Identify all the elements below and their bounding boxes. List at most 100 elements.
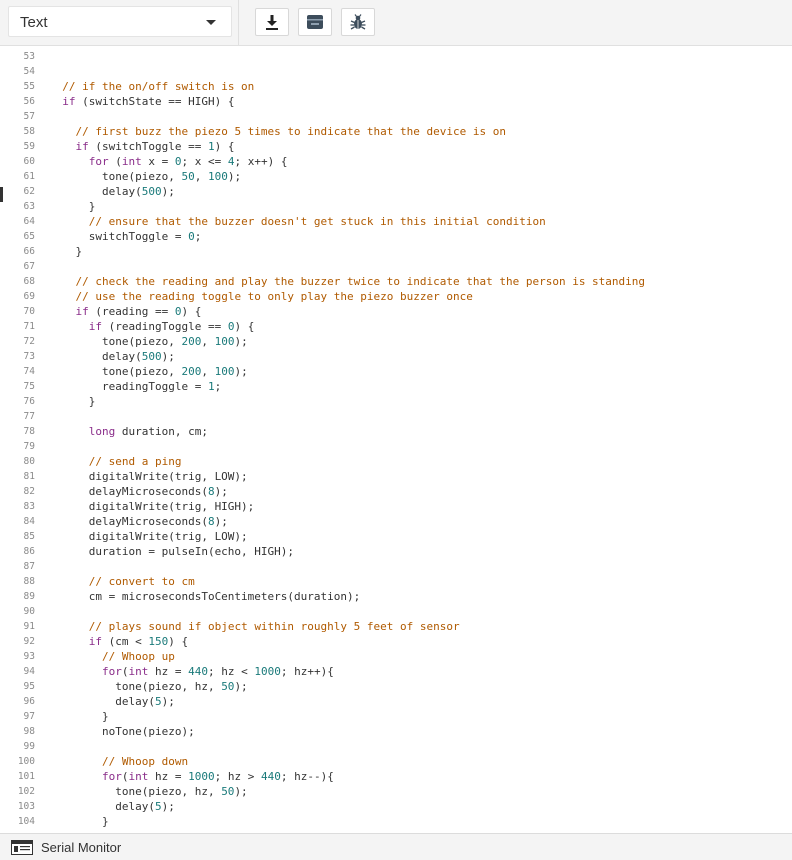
code-token: ); xyxy=(161,350,175,363)
code-line[interactable]: } xyxy=(49,199,96,214)
code-token: ; xyxy=(214,380,222,393)
code-line[interactable]: tone(piezo, hz, 50); xyxy=(49,784,247,799)
code-token: ); xyxy=(214,485,228,498)
line-number: 97 xyxy=(23,711,35,722)
line-number: 59 xyxy=(23,141,35,152)
code-line[interactable]: // Whoop up xyxy=(49,649,175,664)
code-line[interactable]: delay(500); xyxy=(49,184,175,199)
code-token: tone(piezo, xyxy=(49,335,182,348)
line-number: 81 xyxy=(23,471,35,482)
number-token: 0 xyxy=(188,230,195,243)
code-line[interactable]: digitalWrite(trig, HIGH); xyxy=(49,499,255,514)
code-line[interactable]: // Whoop down xyxy=(49,754,188,769)
code-token: } xyxy=(49,395,96,408)
code-token: hz = xyxy=(148,665,189,678)
code-mode-label: Text xyxy=(20,14,48,31)
code-token: duration = pulseIn(echo, HIGH); xyxy=(49,545,295,558)
code-line[interactable]: delay(5); xyxy=(49,694,175,709)
code-line[interactable]: long duration, cm; xyxy=(49,424,208,439)
keyword-token: if xyxy=(88,635,102,648)
code-line[interactable]: // if the on/off switch is on xyxy=(49,79,254,94)
line-number: 98 xyxy=(23,726,35,737)
code-token: delayMicroseconds( xyxy=(49,515,208,528)
code-line[interactable]: digitalWrite(trig, LOW); xyxy=(49,529,248,544)
line-number: 94 xyxy=(23,666,35,677)
code-line[interactable]: if (switchToggle == 1) { xyxy=(49,139,235,154)
code-line[interactable]: noTone(piezo); xyxy=(49,724,195,739)
number-token: 8 xyxy=(207,485,215,498)
code-line[interactable]: // check the reading and play the buzzer… xyxy=(49,274,646,289)
code-line[interactable]: } xyxy=(49,394,96,409)
code-line[interactable]: for(int hz = 440; hz < 1000; hz++){ xyxy=(49,664,334,679)
code-token: tone(piezo, xyxy=(49,365,182,378)
code-line[interactable]: delay(500); xyxy=(49,349,175,364)
code-line[interactable]: tone(piezo, 200, 100); xyxy=(49,364,248,379)
code-line[interactable]: for (int x = 0; x <= 4; x++) { xyxy=(49,154,288,169)
line-number: 104 xyxy=(17,816,35,827)
number-token: 5 xyxy=(154,800,162,813)
code-line[interactable]: delayMicroseconds(8); xyxy=(49,514,228,529)
code-line[interactable]: tone(piezo, hz, 50); xyxy=(49,679,247,694)
line-number: 95 xyxy=(23,681,35,692)
line-number: 84 xyxy=(23,516,35,527)
code-token: } xyxy=(49,245,83,258)
upload-button[interactable] xyxy=(298,8,332,36)
code-token: tone(piezo, hz, xyxy=(49,680,222,693)
line-number: 92 xyxy=(23,636,35,647)
code-line[interactable]: delayMicroseconds(8); xyxy=(49,484,228,499)
code-line[interactable]: } xyxy=(49,244,82,259)
line-number: 90 xyxy=(23,606,35,617)
download-button[interactable] xyxy=(255,8,289,36)
number-token: 1 xyxy=(207,380,215,393)
code-line[interactable]: duration = pulseIn(echo, HIGH); xyxy=(49,544,294,559)
code-line[interactable]: if (readingToggle == 0) { xyxy=(49,319,255,334)
code-area[interactable]: // if the on/off switch is on if (switch… xyxy=(49,46,792,833)
code-line[interactable]: for(int hz = 1000; hz > 440; hz--){ xyxy=(49,769,334,784)
code-token: delay( xyxy=(49,350,142,363)
code-line[interactable]: tone(piezo, 50, 100); xyxy=(49,169,241,184)
line-number: 77 xyxy=(23,411,35,422)
code-line[interactable]: readingToggle = 1; xyxy=(49,379,221,394)
code-line[interactable]: if (cm < 150) { xyxy=(49,634,188,649)
code-token: hz = xyxy=(148,770,189,783)
code-line[interactable]: // convert to cm xyxy=(49,574,195,589)
code-line[interactable]: delay(5); xyxy=(49,799,175,814)
code-line[interactable]: // ensure that the buzzer doesn't get st… xyxy=(49,214,546,229)
number-token: 100 xyxy=(214,365,235,378)
number-token: 50 xyxy=(221,680,235,693)
number-token: 0 xyxy=(174,155,182,168)
line-number: 64 xyxy=(23,216,35,227)
serial-monitor-button[interactable]: Serial Monitor xyxy=(41,840,121,855)
code-token: readingToggle = xyxy=(49,380,208,393)
code-token: ; x++) { xyxy=(234,155,288,168)
line-number: 87 xyxy=(23,561,35,572)
line-number: 89 xyxy=(23,591,35,602)
line-number: 72 xyxy=(23,336,35,347)
line-number: 83 xyxy=(23,501,35,512)
code-mode-dropdown[interactable]: Text xyxy=(8,6,232,37)
code-token: digitalWrite(trig, HIGH); xyxy=(49,500,255,513)
code-editor[interactable]: 53 54 55 56 57 58 59 60 61 62 63 64 65 66 67 68 69 70 71 72… xyxy=(0,46,792,833)
code-line[interactable]: cm = microsecondsToCentimeters(duration)… xyxy=(49,589,361,604)
line-number: 76 xyxy=(23,396,35,407)
line-number: 71 xyxy=(23,321,35,332)
code-line[interactable]: if (reading == 0) { xyxy=(49,304,202,319)
line-number: 61 xyxy=(23,171,35,182)
code-line[interactable]: digitalWrite(trig, LOW); xyxy=(49,469,248,484)
code-line[interactable]: if (switchState == HIGH) { xyxy=(49,94,234,109)
code-line[interactable]: // send a ping xyxy=(49,454,182,469)
code-line[interactable]: // plays sound if object within roughly … xyxy=(49,619,460,634)
code-line[interactable]: } xyxy=(49,814,109,829)
code-line[interactable]: // use the reading toggle to only play t… xyxy=(49,289,473,304)
code-line[interactable]: } xyxy=(49,709,109,724)
code-line[interactable]: switchToggle = 0; xyxy=(49,229,202,244)
code-line[interactable]: tone(piezo, 200, 100); xyxy=(49,334,248,349)
code-token: ) { xyxy=(214,140,235,153)
number-token: 1000 xyxy=(254,665,281,678)
line-number: 102 xyxy=(17,786,35,797)
debug-button[interactable] xyxy=(341,8,375,36)
code-line[interactable]: // first buzz the piezo 5 times to indic… xyxy=(49,124,506,139)
